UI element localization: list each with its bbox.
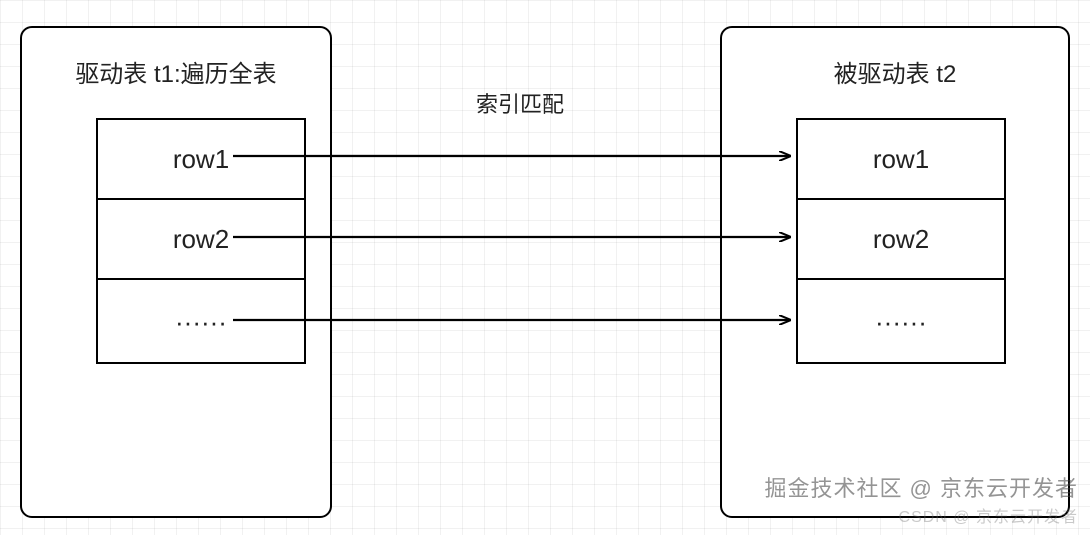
table-row: ······ [798,280,1004,364]
watermark-primary: 掘金技术社区 @ 京东云开发者 [764,471,1078,503]
table-row: row2 [98,200,304,280]
table-row: row2 [798,200,1004,280]
arrow-label: 索引匹配 [476,87,564,119]
driver-table-box: 驱动表 t1:遍历全表 row1 row2 ······ [20,26,332,518]
driver-table-title: 驱动表 t1:遍历全表 [22,28,330,89]
table-row: row1 [798,120,1004,200]
driven-table: row1 row2 ······ [796,118,1006,364]
driven-table-box: 被驱动表 t2 row1 row2 ······ [720,26,1070,518]
diagram-canvas: 驱动表 t1:遍历全表 row1 row2 ······ 被驱动表 t2 row… [0,0,1090,535]
watermark-secondary: CSDN @ 京东云开发者 [899,503,1078,527]
driven-table-title: 被驱动表 t2 [722,28,1068,89]
table-row: ······ [98,280,304,364]
driver-table: row1 row2 ······ [96,118,306,364]
table-row: row1 [98,120,304,200]
